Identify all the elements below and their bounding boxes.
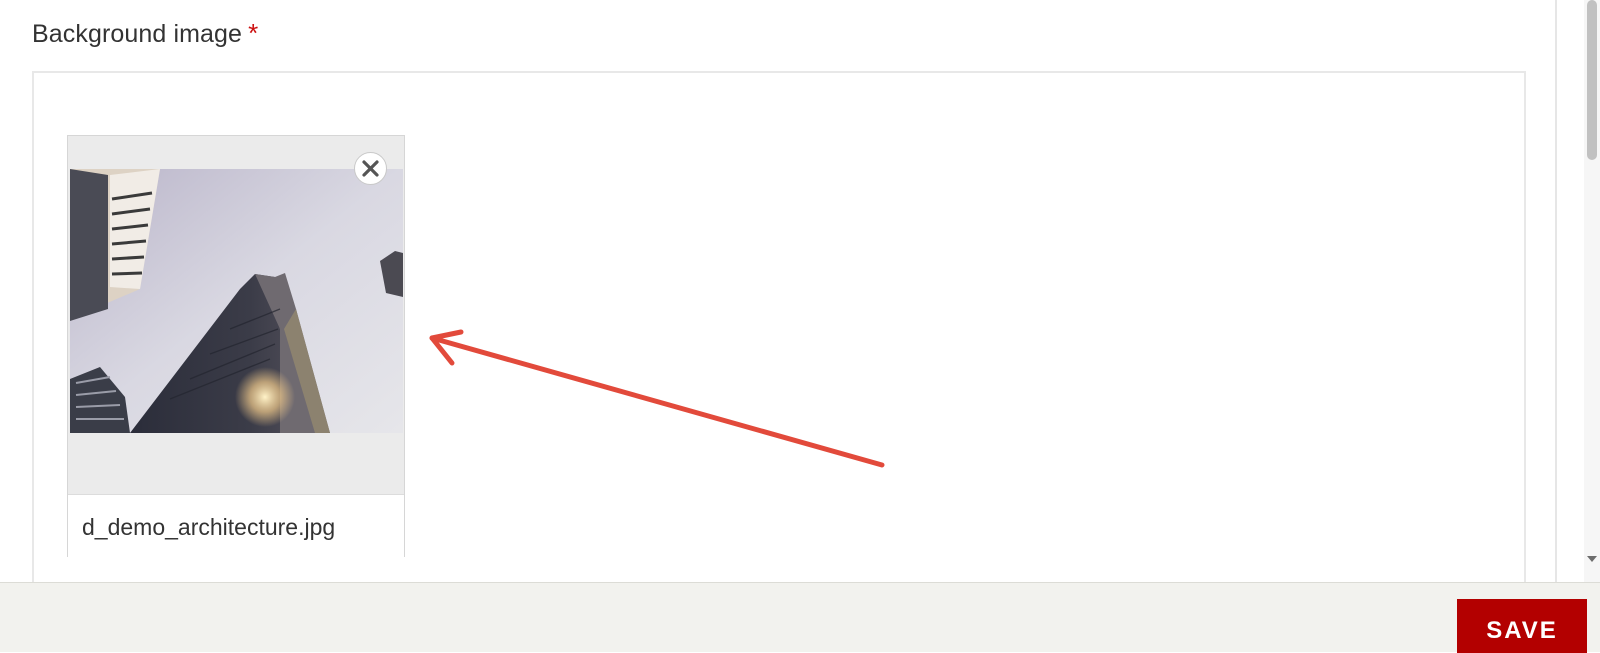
scrollbar-thumb[interactable]	[1587, 0, 1597, 160]
required-indicator: *	[248, 18, 259, 48]
scroll-down-arrow-icon[interactable]	[1587, 556, 1597, 562]
uploaded-file-card[interactable]: d_demo_architecture.jpg	[67, 135, 405, 557]
field-label-text: Background image	[32, 20, 243, 48]
file-name: d_demo_architecture.jpg	[82, 514, 336, 540]
vertical-scrollbar[interactable]	[1584, 0, 1600, 582]
save-button[interactable]: SAVE	[1457, 599, 1587, 653]
form-panel: Background image * d_demo_architecture.j…	[0, 0, 1557, 591]
image-thumbnail	[70, 169, 403, 433]
file-name-bar: d_demo_architecture.jpg	[68, 494, 404, 557]
footer-bar: SAVE	[0, 582, 1600, 653]
background-image-label: Background image *	[32, 18, 258, 49]
remove-image-button[interactable]	[354, 152, 387, 185]
close-icon	[362, 160, 379, 177]
